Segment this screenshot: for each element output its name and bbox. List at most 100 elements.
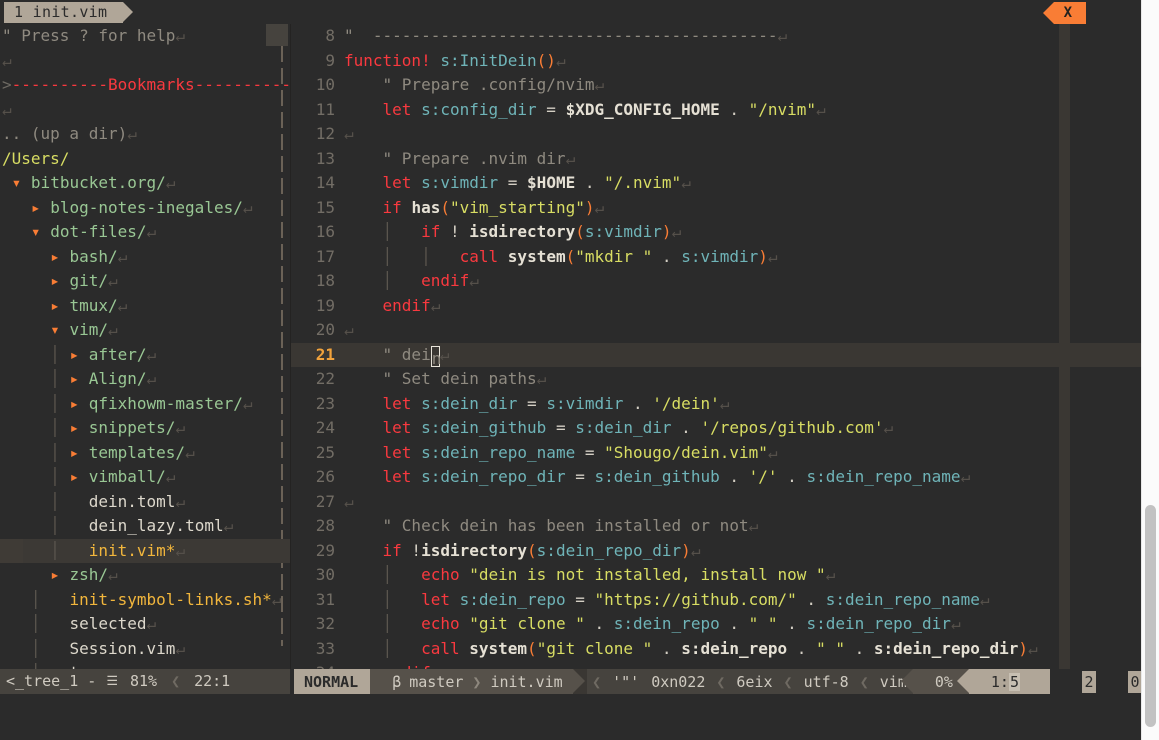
- tree-item-vimball[interactable]: │ ▸ vimball/↵: [0, 465, 290, 490]
- code-line-33[interactable]: 33 │ call system("git clone " . s:dein_r…: [291, 637, 1142, 662]
- chevron-right-icon[interactable]: ▸: [69, 418, 79, 437]
- tree-item-qfixhowm-master[interactable]: │ ▸ qfixhowm-master/↵: [0, 392, 290, 417]
- code-line-12[interactable]: 12↵: [291, 122, 1142, 147]
- tree-item-dot-files[interactable]: ▾ dot-files/↵: [0, 220, 290, 245]
- code-line-15[interactable]: 15 if has("vim_starting")↵: [291, 196, 1142, 221]
- code-line-30[interactable]: 30 │ echo "dein is not installed, instal…: [291, 563, 1142, 588]
- chevron-right-icon[interactable]: ▸: [69, 345, 79, 364]
- code-line-25[interactable]: 25 let s:dein_repo_name = "Shougo/dein.v…: [291, 441, 1142, 466]
- tree-guide-icon: │: [31, 614, 41, 633]
- code-token: [344, 663, 383, 669]
- chevron-right-icon[interactable]: ▸: [69, 467, 79, 486]
- code-line-22[interactable]: 22 " Set dein paths↵: [291, 367, 1142, 392]
- status-fileformat: 6eix: [730, 669, 778, 694]
- bookmarks-label: Bookmarks: [108, 75, 195, 94]
- chevron-down-icon[interactable]: ▾: [50, 320, 60, 339]
- code-token: ): [1018, 639, 1028, 658]
- tree-item-git[interactable]: ▸ git/↵: [0, 269, 290, 294]
- code-line-9[interactable]: 9function! s:InitDein()↵: [291, 49, 1142, 74]
- code-line-28[interactable]: 28 " Check dein has been installed or no…: [291, 514, 1142, 539]
- code-token: [344, 173, 383, 192]
- code-token: endif: [383, 296, 431, 315]
- chevron-right-icon[interactable]: ▸: [31, 198, 41, 217]
- tree-item-dein-toml[interactable]: │ dein.toml↵: [0, 490, 290, 515]
- tree-item-templates[interactable]: │ ▸ templates/↵: [0, 441, 290, 466]
- code-line-18[interactable]: 18 │ endif↵: [291, 269, 1142, 294]
- tree-item-bitbucket-org[interactable]: ▾ bitbucket.org/↵: [0, 171, 290, 196]
- code-line-13[interactable]: 13 " Prepare .nvim dir↵: [291, 147, 1142, 172]
- chevron-right-icon[interactable]: ▸: [50, 247, 60, 266]
- indent-space: [2, 492, 50, 511]
- code-line-26[interactable]: 26 let s:dein_repo_dir = s:dein_github .…: [291, 465, 1142, 490]
- line-number: 12: [291, 122, 344, 147]
- line-number: 29: [291, 539, 344, 564]
- code-token: =: [537, 100, 566, 119]
- tree-root-path[interactable]: /Users/: [0, 147, 290, 172]
- code-token: s:dein_dir: [421, 394, 517, 413]
- chevron-right-icon[interactable]: ▸: [69, 443, 79, 462]
- indent-space: [2, 173, 12, 192]
- code-token: [392, 222, 421, 241]
- chevron-down-icon[interactable]: ▾: [12, 173, 22, 192]
- chevron-right-icon[interactable]: ▸: [50, 296, 60, 315]
- tree-item-bash[interactable]: ▸ bash/↵: [0, 245, 290, 270]
- code-editor-pane[interactable]: 8" -------------------------------------…: [290, 24, 1142, 669]
- tree-item-blog-notes-inegales[interactable]: ▸ blog-notes-inegales/↵: [0, 196, 290, 221]
- chevron-right-icon[interactable]: ▸: [69, 394, 79, 413]
- code-line-16[interactable]: 16 │ if ! isdirectory(s:vimdir)↵: [291, 220, 1142, 245]
- bookmarks-dash-right: ----------: [195, 75, 290, 94]
- eol-glyph: ↵: [720, 394, 730, 413]
- tree-bookmarks-header[interactable]: >----------Bookmarks----------↵: [0, 73, 290, 98]
- code-line-27[interactable]: 27↵: [291, 490, 1142, 515]
- code-line-10[interactable]: 10 " Prepare .config/nvim↵: [291, 73, 1142, 98]
- tree-item-after[interactable]: │ ▸ after/↵: [0, 343, 290, 368]
- tree-item-init-vim[interactable]: │ init.vim*↵: [0, 539, 290, 564]
- tree-item-snippets[interactable]: │ ▸ snippets/↵: [0, 416, 290, 441]
- file-tree-pane[interactable]: " Press ? for help↵↵>----------Bookmarks…: [0, 24, 290, 669]
- tab-init-vim[interactable]: 1 init.vim: [4, 2, 123, 23]
- code-line-8[interactable]: 8" -------------------------------------…: [291, 24, 1142, 49]
- tree-up-a-dir[interactable]: .. (up a dir)↵: [0, 122, 290, 147]
- tree-item-label: templates/: [89, 443, 185, 462]
- chevron-down-icon[interactable]: ▾: [31, 222, 41, 241]
- tree-item-align[interactable]: │ ▸ Align/↵: [0, 367, 290, 392]
- code-line-11[interactable]: 11 let s:config_dir = $XDG_CONFIG_HOME .…: [291, 98, 1142, 123]
- chevron-right-icon[interactable]: ▸: [50, 271, 60, 290]
- close-tab-button[interactable]: X: [1054, 2, 1086, 24]
- code-token: [344, 222, 383, 241]
- tree-item-vim[interactable]: ▾ vim/↵: [0, 318, 290, 343]
- chevron-right-icon[interactable]: ▸: [69, 369, 79, 388]
- code-token: [344, 149, 383, 168]
- code-line-32[interactable]: 32 │ echo "git clone " . s:dein_repo . "…: [291, 612, 1142, 637]
- code-token: [344, 296, 383, 315]
- chevron-right-icon[interactable]: ▸: [50, 565, 60, 584]
- eol-glyph: ↵: [777, 26, 787, 45]
- code-token: [344, 467, 383, 486]
- code-line-14[interactable]: 14 let s:vimdir = $HOME . "/.nvim"↵: [291, 171, 1142, 196]
- code-line-31[interactable]: 31 │ let s:dein_repo = "https://github.c…: [291, 588, 1142, 613]
- tree-item-session-vim[interactable]: │ Session.vim↵: [0, 637, 290, 662]
- tree-item-dein-lazy-toml[interactable]: │ dein_lazy.toml↵: [0, 514, 290, 539]
- code-line-17[interactable]: 17 │ │ call system("mkdir " . s:vimdir)↵: [291, 245, 1142, 270]
- eol-glyph: ↵: [118, 247, 128, 266]
- code-line-21[interactable]: 21 " dein↵: [291, 343, 1142, 368]
- tree-item-zsh[interactable]: ▸ zsh/↵: [0, 563, 290, 588]
- line-number: 16: [291, 220, 344, 245]
- code-token: "/.nvim": [604, 173, 681, 192]
- code-line-19[interactable]: 19 endif↵: [291, 294, 1142, 319]
- code-token: (: [440, 198, 450, 217]
- tree-item-label: vimball/: [89, 467, 166, 486]
- code-line-29[interactable]: 29 if !isdirectory(s:dein_repo_dir)↵: [291, 539, 1142, 564]
- code-line-20[interactable]: 20↵: [291, 318, 1142, 343]
- tree-item-init-symbol-links-sh[interactable]: │ init-symbol-links.sh*↵: [0, 588, 290, 613]
- page-scrollbar[interactable]: [1141, 0, 1159, 740]
- code-line-23[interactable]: 23 let s:dein_dir = s:vimdir . '/dein'↵: [291, 392, 1142, 417]
- tree-item-tmux[interactable]: ▸ tmux/↵: [0, 294, 290, 319]
- tree-item-tags[interactable]: │ tags↵: [0, 661, 290, 669]
- tree-item-selected[interactable]: │ selected↵: [0, 612, 290, 637]
- indent-space: [2, 443, 50, 462]
- indent-space: [79, 345, 89, 364]
- page-scrollbar-thumb[interactable]: [1145, 505, 1156, 727]
- code-line-34[interactable]: 34 endif↵: [291, 661, 1142, 669]
- code-line-24[interactable]: 24 let s:dein_github = s:dein_dir . '/re…: [291, 416, 1142, 441]
